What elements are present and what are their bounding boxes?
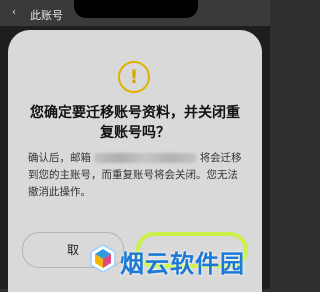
- warning-icon: !: [118, 61, 150, 93]
- watermark-logo-icon: [90, 244, 116, 273]
- status-bar: ‹ 此账号: [0, 0, 270, 26]
- message-prefix: 确认后，邮箱: [28, 152, 91, 164]
- dialog-message: 确认后，邮箱 将会迁移到您的主账号，而重复账号将会关闭。您无法撤消此操作。: [28, 150, 244, 201]
- back-icon[interactable]: ‹: [12, 7, 16, 18]
- device-notch: [74, 0, 198, 18]
- watermark-text: 烟云软件园: [120, 250, 245, 278]
- page-title: 此账号: [30, 9, 63, 22]
- dialog-title: 您确定要迁移账号资料，并关闭重复账号吗？: [30, 105, 240, 141]
- blurred-email: [94, 153, 197, 163]
